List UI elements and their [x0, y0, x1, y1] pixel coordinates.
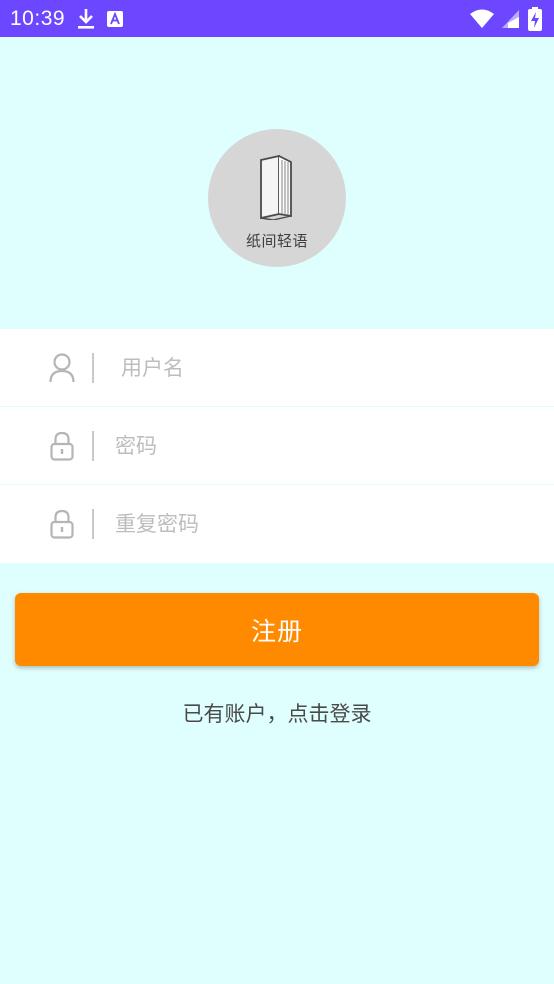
- status-bar: 10:39: [0, 0, 554, 37]
- field-divider: [92, 430, 94, 461]
- password-row: [0, 407, 554, 485]
- field-divider: [92, 509, 94, 539]
- login-link[interactable]: 已有账户，点击登录: [0, 698, 554, 728]
- wifi-icon: [470, 9, 494, 29]
- download-icon: [77, 8, 95, 30]
- book-icon: [257, 154, 297, 224]
- username-row: [0, 329, 554, 407]
- font-icon: [107, 10, 124, 27]
- status-right: [470, 6, 542, 31]
- confirm-password-row: [0, 485, 554, 563]
- app-logo: 纸间轻语: [208, 129, 346, 267]
- lock-icon: [48, 431, 76, 461]
- status-time: 10:39: [10, 6, 66, 30]
- battery-charging-icon: [528, 6, 542, 31]
- password-input[interactable]: [115, 407, 515, 484]
- signal-icon: [502, 9, 520, 29]
- user-icon: [48, 352, 76, 383]
- confirm-password-input[interactable]: [115, 485, 515, 563]
- username-input[interactable]: [121, 329, 521, 406]
- lock-icon: [48, 509, 76, 539]
- status-left: 10:39: [10, 6, 124, 31]
- register-form: [0, 329, 554, 563]
- app-name: 纸间轻语: [245, 232, 308, 250]
- field-divider: [92, 352, 94, 383]
- register-button[interactable]: 注册: [15, 593, 539, 666]
